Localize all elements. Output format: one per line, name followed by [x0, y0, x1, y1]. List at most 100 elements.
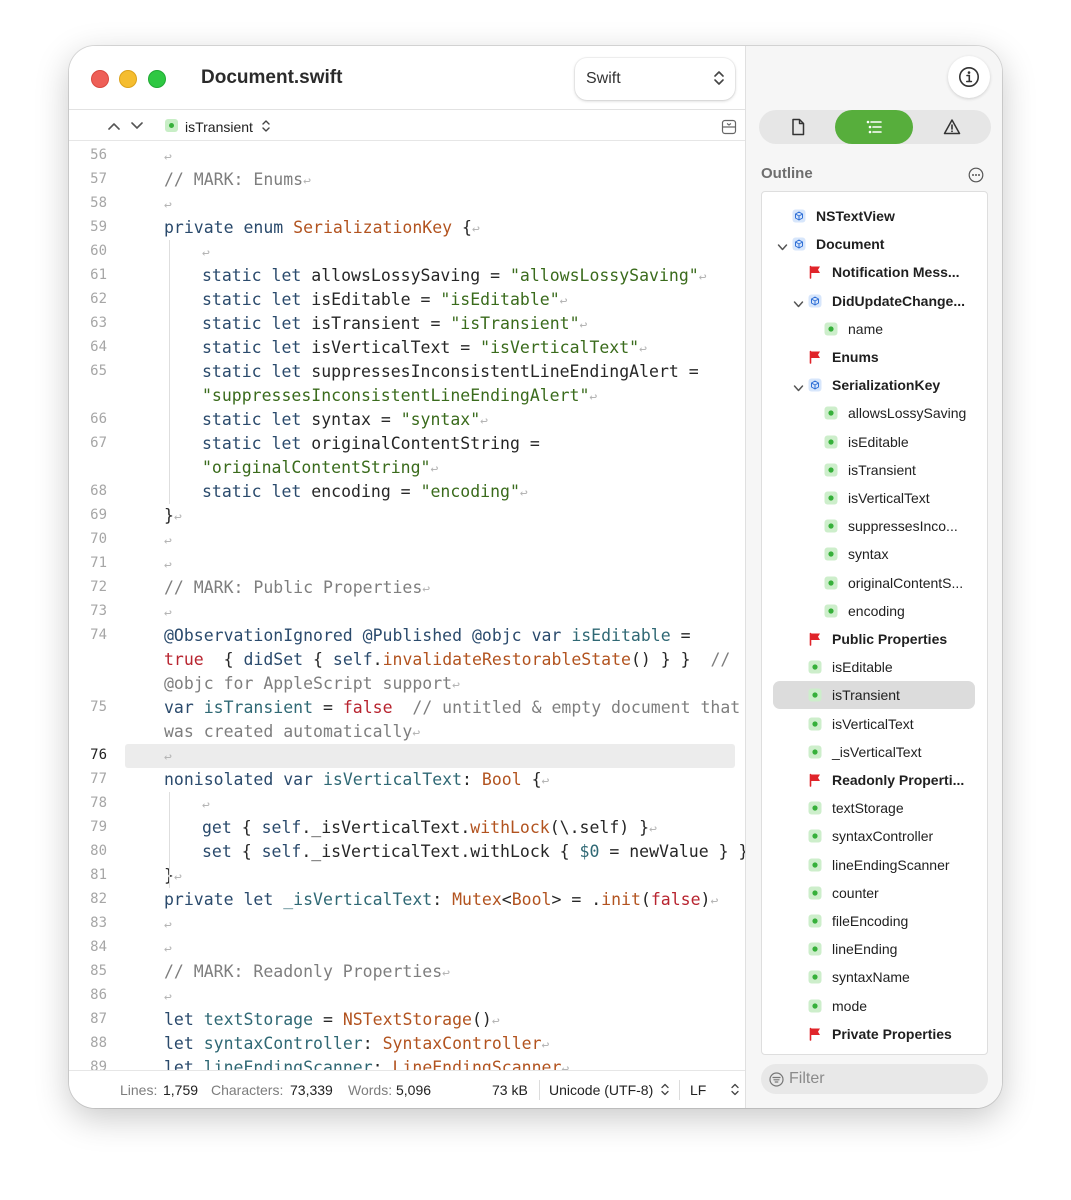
outline-item[interactable]: mode [762, 992, 987, 1020]
syntax-language-popup[interactable]: Swift [575, 58, 735, 100]
code-line[interactable]: was created automatically↩ [69, 720, 745, 744]
code-line[interactable]: 84 ↩ [69, 936, 745, 960]
more-options-icon[interactable] [968, 167, 984, 188]
code-line[interactable]: 68 static let encoding = "encoding"↩ [69, 480, 745, 504]
code-line[interactable]: 75 var isTransient = false // untitled & … [69, 696, 745, 720]
code-line[interactable]: 66 static let syntax = "syntax"↩ [69, 408, 745, 432]
code-token: private enum [164, 218, 294, 237]
outline-item[interactable]: Readonly Properti... [762, 766, 987, 794]
code-line[interactable]: 76 ↩ [69, 744, 745, 768]
code-line[interactable]: 89 let lineEndingScanner: LineEndingScann… [69, 1056, 745, 1070]
outline-item[interactable]: fileEncoding [762, 907, 987, 935]
code-token: static let [202, 290, 312, 309]
code-line[interactable]: 87 let textStorage = NSTextStorage()↩ [69, 1008, 745, 1032]
encoding-popup[interactable]: Unicode (UTF-8) [549, 1082, 653, 1098]
outline-item[interactable]: SerializationKey [762, 371, 987, 399]
outline-item[interactable]: isVerticalText [762, 710, 987, 738]
outline-item[interactable]: lineEndingScanner [762, 851, 987, 879]
code-line[interactable]: 81}↩ [69, 864, 745, 888]
code-token: { [303, 650, 333, 669]
code-text: "suppressesInconsistentLineEndingAlert"↩ [202, 386, 597, 405]
code-line[interactable]: 85 // MARK: Readonly Properties↩ [69, 960, 745, 984]
info-button[interactable] [948, 56, 990, 98]
code-line[interactable]: 74 @ObservationIgnored @Published @objc v… [69, 624, 745, 648]
code-line[interactable]: 56 ↩ [69, 144, 745, 168]
outline-item[interactable]: syntaxName [762, 963, 987, 991]
next-symbol-button[interactable] [130, 119, 144, 137]
code-line[interactable]: 80 set { self._isVerticalText.withLock { … [69, 840, 745, 864]
code-line[interactable]: true { didSet { self.invalidateRestorabl… [69, 648, 745, 672]
code-line[interactable]: 83 ↩ [69, 912, 745, 936]
outline-item[interactable]: Private Properties [762, 1020, 987, 1048]
outline-item[interactable]: Notification Mess... [762, 258, 987, 286]
outline-filter-field[interactable]: Filter [761, 1064, 988, 1094]
minimize-window-button[interactable] [119, 70, 137, 88]
outline-item[interactable]: isVerticalText [762, 484, 987, 512]
outline-item[interactable]: _isVerticalText [762, 738, 987, 766]
code-line[interactable]: 77 nonisolated var isVerticalText: Bool {… [69, 768, 745, 792]
disclosure-chevron-icon[interactable] [793, 380, 804, 396]
code-editor[interactable]: 56 ↩ 57// MARK: Enums↩ 58 ↩ 59 private enum Se… [69, 142, 745, 1070]
previous-symbol-button[interactable] [107, 119, 121, 137]
line-ending-popup[interactable]: LF [690, 1082, 706, 1098]
newline-marker: ↩ [561, 1062, 570, 1070]
code-line[interactable]: 59 private enum SerializationKey {↩ [69, 216, 745, 240]
code-line[interactable]: @objc for AppleScript support↩ [69, 672, 745, 696]
outline-item[interactable]: syntax [762, 540, 987, 568]
code-line[interactable]: 57 // MARK: Enums↩ [69, 168, 745, 192]
outline-item[interactable]: DidUpdateChange... [762, 287, 987, 315]
chevron-updown-icon[interactable] [261, 119, 271, 138]
code-line[interactable]: 61 static let allowsLossySaving = "allows… [69, 264, 745, 288]
outline-item[interactable]: syntaxController [762, 822, 987, 850]
outline-item[interactable]: isTransient [762, 456, 987, 484]
outline-item[interactable]: encoding [762, 597, 987, 625]
chevron-updown-icon[interactable] [661, 1083, 669, 1099]
code-line[interactable]: 67 static let originalContentString = [69, 432, 745, 456]
outline-item[interactable]: suppressesInco... [762, 512, 987, 540]
code-line[interactable]: 70 ↩ [69, 528, 745, 552]
disclosure-chevron-icon[interactable] [777, 239, 788, 255]
outline-item[interactable]: textStorage [762, 794, 987, 822]
outline-item[interactable]: isEditable [762, 653, 987, 681]
tab-warnings[interactable] [913, 110, 991, 144]
jump-bar-symbol[interactable]: isTransient [185, 119, 253, 135]
code-line[interactable]: 86 ↩ [69, 984, 745, 1008]
code-line[interactable]: 78 ↩ [69, 792, 745, 816]
outline-item[interactable]: Enums [762, 343, 987, 371]
code-line[interactable]: 58 ↩ [69, 192, 745, 216]
outline-list: NSTextView Document Notification Mess... Di… [761, 191, 988, 1055]
tab-document-inspector[interactable] [759, 110, 837, 144]
code-line[interactable]: 71 ↩ [69, 552, 745, 576]
code-line[interactable]: 65 static let suppressesInconsistentLineE… [69, 360, 745, 384]
outline-item[interactable]: isTransient [762, 681, 987, 710]
zoom-window-button[interactable] [148, 70, 166, 88]
outline-item[interactable]: name [762, 315, 987, 343]
code-token: ._isVerticalText.withLock { [301, 842, 580, 861]
code-line[interactable]: 64 static let isVerticalText = "isVertica… [69, 336, 745, 360]
code-line[interactable]: 72 // MARK: Public Properties↩ [69, 576, 745, 600]
code-line[interactable]: 60 ↩ [69, 240, 745, 264]
code-line[interactable]: 82 private let _isVerticalText: Mutex<Boo… [69, 888, 745, 912]
split-editor-icon[interactable] [721, 119, 737, 140]
outline-item[interactable]: isEditable [762, 428, 987, 456]
outline-item[interactable]: originalContentS... [762, 569, 987, 597]
code-line[interactable]: "originalContentString"↩ [69, 456, 745, 480]
close-window-button[interactable] [91, 70, 109, 88]
outline-item[interactable]: NSTextView [762, 202, 987, 230]
chevron-updown-icon[interactable] [731, 1083, 739, 1099]
code-line[interactable]: "suppressesInconsistentLineEndingAlert"↩ [69, 384, 745, 408]
code-line[interactable]: 69}↩ [69, 504, 745, 528]
disclosure-chevron-icon[interactable] [793, 296, 804, 312]
code-line[interactable]: 63 static let isTransient = "isTransient"… [69, 312, 745, 336]
code-line[interactable]: 62 static let isEditable = "isEditable"↩ [69, 288, 745, 312]
code-line[interactable]: 88 let syntaxController: SyntaxController… [69, 1032, 745, 1056]
code-line[interactable]: 73 ↩ [69, 600, 745, 624]
outline-item[interactable]: Public Properties [762, 625, 987, 653]
outline-item[interactable]: lineEnding [762, 935, 987, 963]
tab-outline[interactable] [835, 110, 913, 144]
code-line[interactable]: 79 get { self._isVerticalText.withLock(\.… [69, 816, 745, 840]
code-token: private let [164, 890, 284, 909]
outline-item[interactable]: counter [762, 879, 987, 907]
outline-item[interactable]: Document [762, 230, 987, 258]
outline-item[interactable]: allowsLossySaving [762, 399, 987, 427]
